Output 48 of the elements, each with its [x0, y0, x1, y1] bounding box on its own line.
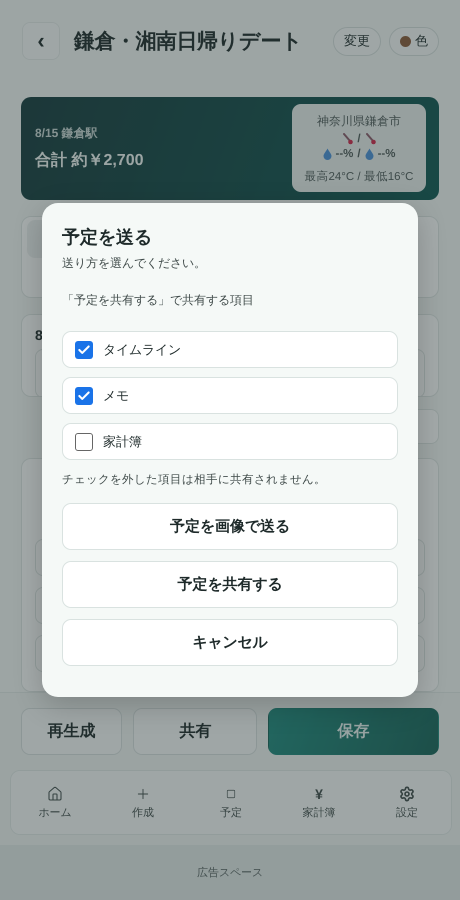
option-label: 家計簿: [103, 432, 142, 450]
change-button[interactable]: 変更: [333, 26, 381, 56]
square-icon: [226, 788, 236, 798]
dialog-subtitle: 送り方を選んでください。: [62, 255, 207, 272]
dialog-button[interactable]: キャンセル: [62, 619, 398, 666]
nav-item[interactable]: ホーム: [11, 786, 99, 820]
thermometer-icon: [342, 132, 354, 145]
action-button[interactable]: 保存: [268, 708, 439, 755]
color-button[interactable]: 色: [389, 26, 439, 56]
action-button[interactable]: 共有: [133, 708, 258, 755]
option-label: メモ: [103, 386, 129, 404]
rain-chance: --%: [336, 148, 354, 160]
note-text: チェックを外した項目は相手に共有されません。: [62, 472, 327, 487]
nav-item[interactable]: 予定: [187, 786, 275, 820]
thermometer-icon: [364, 132, 376, 145]
share-option[interactable]: 家計簿: [62, 423, 398, 460]
ad-label: 広告スペース: [197, 866, 263, 880]
dialog-title: 予定を送る: [62, 226, 153, 249]
home-icon: [47, 786, 63, 802]
nav-item[interactable]: 作成: [99, 786, 187, 820]
yen-icon: ¥: [315, 786, 323, 802]
dialog-button[interactable]: 予定を画像で送る: [62, 503, 398, 550]
section-label: 「予定を共有する」で共有する項目: [62, 292, 255, 309]
separator: /: [357, 132, 361, 145]
checkbox[interactable]: [75, 432, 93, 450]
check-icon: [77, 388, 91, 402]
page-title: 鎌倉・湘南日帰りデート: [74, 29, 304, 55]
droplet-icon: [364, 148, 374, 160]
checkbox[interactable]: [75, 386, 93, 404]
nav-item[interactable]: 設定: [363, 786, 451, 820]
rain-chance: --%: [378, 148, 396, 160]
total-cost: 合計 約￥2,700: [35, 150, 144, 172]
droplet-icon: [322, 148, 332, 160]
date-place: 8/15 鎌倉駅: [35, 125, 99, 142]
nav-item[interactable]: ¥ 家計簿: [275, 786, 363, 820]
temperature-range: 最高24°C / 最低16°C: [304, 169, 414, 184]
share-option[interactable]: メモ: [62, 377, 398, 414]
weather-location: 神奈川県鎌倉市: [317, 112, 401, 130]
settings-icon: [399, 786, 415, 802]
dialog-button[interactable]: 予定を共有する: [62, 561, 398, 608]
check-icon: [77, 342, 91, 356]
card-title: 8: [35, 326, 44, 343]
back-button[interactable]: ‹: [22, 22, 60, 60]
share-option[interactable]: タイムライン: [62, 331, 398, 368]
action-button[interactable]: 再生成: [21, 708, 122, 755]
separator: /: [357, 148, 361, 160]
option-label: タイムライン: [103, 340, 181, 358]
checkbox[interactable]: [75, 340, 93, 358]
